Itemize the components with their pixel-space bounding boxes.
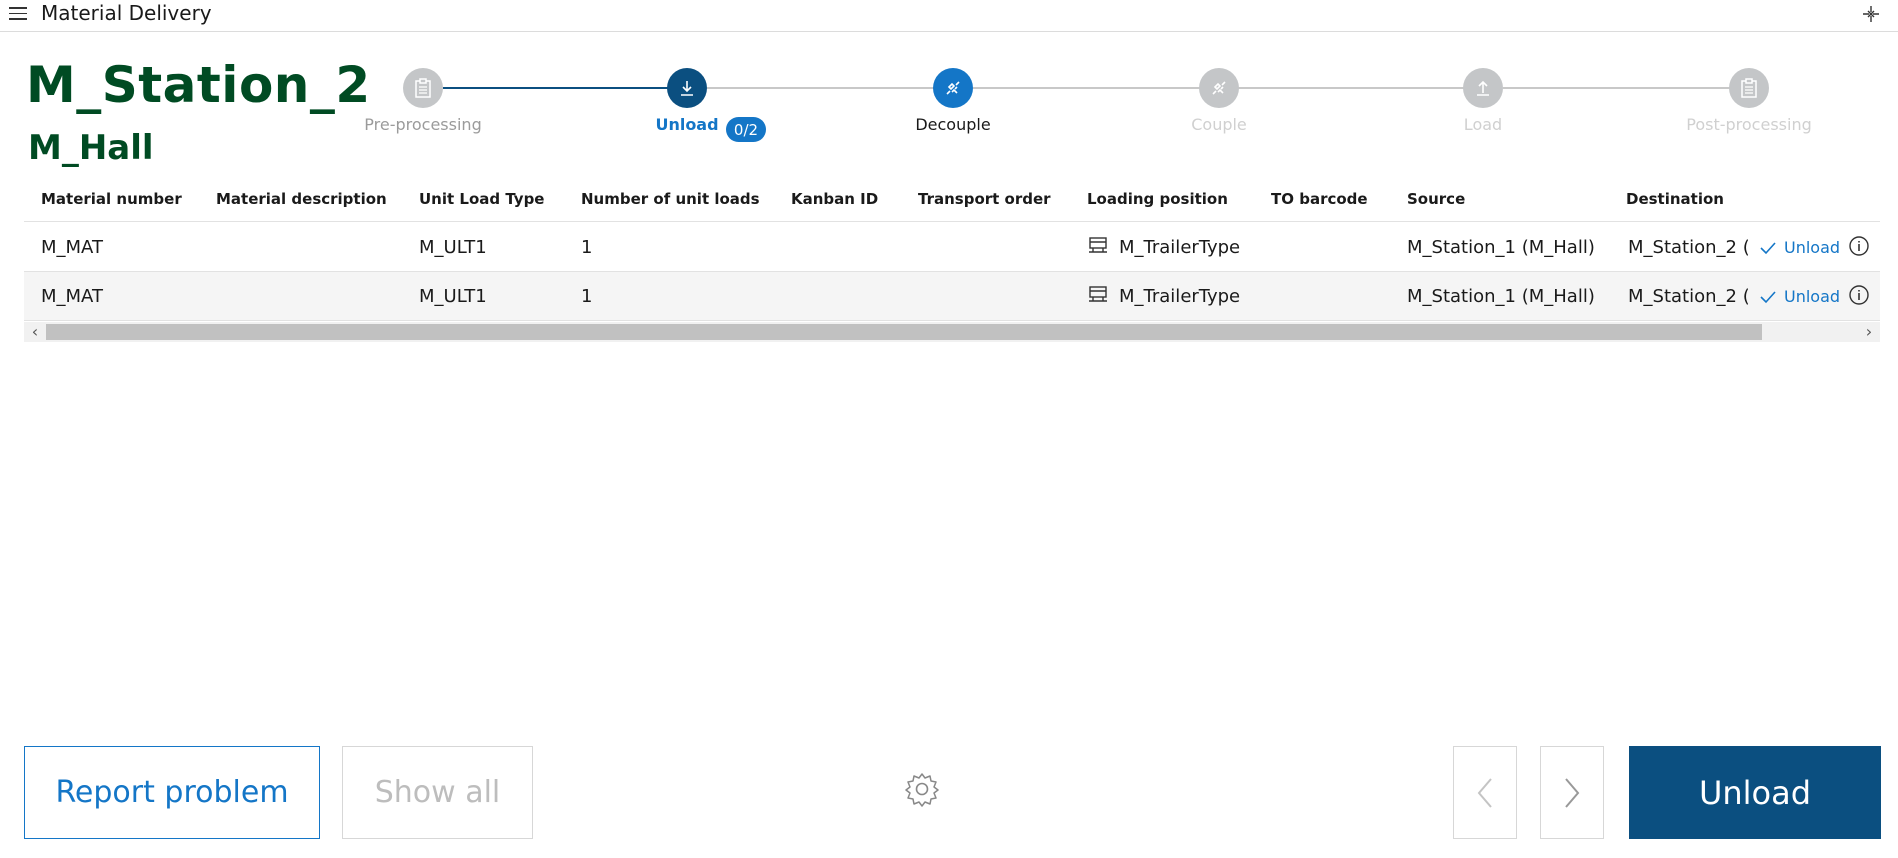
couple-icon xyxy=(1212,81,1226,95)
column-header[interactable]: Material description xyxy=(216,190,387,208)
unload-progress-badge: 0/2 xyxy=(726,117,766,142)
gear-icon[interactable] xyxy=(904,771,940,807)
column-header[interactable]: Number of unit loads xyxy=(581,190,760,208)
collapse-icon[interactable] xyxy=(1862,5,1880,23)
step-label-preprocessing: Pre-processing xyxy=(364,115,482,134)
destination-cell: M_Station_2 (M_Hall) xyxy=(1628,286,1748,307)
trailer-icon xyxy=(1089,237,1107,253)
step-label-decouple: Decouple xyxy=(915,115,991,134)
previous-button[interactable] xyxy=(1453,746,1517,839)
step-label-unload: Unload xyxy=(655,115,719,134)
step-load[interactable] xyxy=(1463,68,1503,108)
destination-cell-wrap: M_Station_2 (M_Hall) xyxy=(1626,272,1748,320)
column-header[interactable]: Source xyxy=(1407,190,1465,208)
unit-load-type-cell: M_ULT1 xyxy=(419,286,487,307)
step-couple[interactable] xyxy=(1199,68,1239,108)
step-postprocessing[interactable] xyxy=(1729,68,1769,108)
app-title: Material Delivery xyxy=(41,1,212,25)
checkmark-icon xyxy=(1760,241,1776,254)
step-unload[interactable] xyxy=(667,68,707,108)
step-label-load: Load xyxy=(1463,115,1503,134)
column-header[interactable]: TO barcode xyxy=(1271,190,1368,208)
scrollbar-thumb[interactable] xyxy=(46,324,1762,340)
column-header[interactable]: Kanban ID xyxy=(791,190,878,208)
table-row[interactable]: M_MAT M_ULT1 1 M_TrailerType M_Station_1… xyxy=(24,272,1880,321)
destination-cell: M_Station_2 (M_Hall) xyxy=(1628,237,1748,258)
source-cell: M_Station_1 (M_Hall) xyxy=(1407,286,1595,307)
report-problem-button[interactable]: Report problem xyxy=(24,746,320,839)
show-all-button[interactable]: Show all xyxy=(342,746,533,839)
step-label-couple: Couple xyxy=(1191,115,1247,134)
chevron-left-icon xyxy=(1477,777,1492,808)
step-connector xyxy=(1503,87,1749,89)
step-preprocessing[interactable] xyxy=(403,68,443,108)
clipboard-icon xyxy=(415,78,431,98)
step-decouple[interactable] xyxy=(933,68,973,108)
material-number-cell: M_MAT xyxy=(41,286,103,307)
station-title: M_Station_2 xyxy=(26,56,371,114)
step-label-postprocessing: Post-processing xyxy=(1686,115,1812,134)
column-header[interactable]: Material number xyxy=(41,190,182,208)
clipboard-icon xyxy=(1741,78,1757,98)
source-cell: M_Station_1 (M_Hall) xyxy=(1407,237,1595,258)
horizontal-scrollbar[interactable]: ‹ › xyxy=(24,322,1880,342)
column-header[interactable]: Unit Load Type xyxy=(419,190,544,208)
scroll-left-icon[interactable]: ‹ xyxy=(26,323,44,341)
info-icon[interactable] xyxy=(1848,284,1870,306)
next-button[interactable] xyxy=(1540,746,1604,839)
unit-loads-count-cell: 1 xyxy=(581,237,593,258)
table-row[interactable]: M_MAT M_ULT1 1 M_TrailerType M_Station_1… xyxy=(24,223,1880,272)
chevron-right-icon xyxy=(1565,777,1580,808)
row-unload-button[interactable]: Unload xyxy=(1760,287,1840,306)
loading-position-cell: M_TrailerType xyxy=(1119,286,1241,307)
step-connector xyxy=(973,87,1219,89)
unload-button[interactable]: Unload xyxy=(1629,746,1881,839)
destination-cell-wrap: M_Station_2 (M_Hall) xyxy=(1626,223,1748,271)
row-unload-button[interactable]: Unload xyxy=(1760,238,1840,257)
row-unload-label: Unload xyxy=(1784,238,1841,257)
download-icon xyxy=(681,81,693,96)
table-header: Material number Material description Uni… xyxy=(24,180,1880,222)
column-header[interactable]: Loading position xyxy=(1087,190,1228,208)
hamburger-menu-icon[interactable] xyxy=(9,7,27,21)
scroll-right-icon[interactable]: › xyxy=(1860,323,1878,341)
column-header[interactable]: Destination xyxy=(1626,190,1724,208)
upload-icon xyxy=(1477,80,1489,96)
material-number-cell: M_MAT xyxy=(41,237,103,258)
row-unload-label: Unload xyxy=(1784,287,1841,306)
column-header[interactable]: Transport order xyxy=(918,190,1051,208)
loading-position-cell: M_TrailerType xyxy=(1119,237,1241,258)
trailer-icon xyxy=(1089,286,1107,302)
info-icon[interactable] xyxy=(1848,235,1870,257)
checkmark-icon xyxy=(1760,290,1776,303)
unit-load-type-cell: M_ULT1 xyxy=(419,237,487,258)
app-header: Material Delivery xyxy=(0,0,1898,32)
unit-loads-count-cell: 1 xyxy=(581,286,593,307)
decouple-icon xyxy=(946,81,960,95)
step-connector xyxy=(1237,87,1485,89)
step-connector xyxy=(707,87,955,89)
hall-subtitle: M_Hall xyxy=(28,128,154,168)
step-connector xyxy=(443,87,689,89)
